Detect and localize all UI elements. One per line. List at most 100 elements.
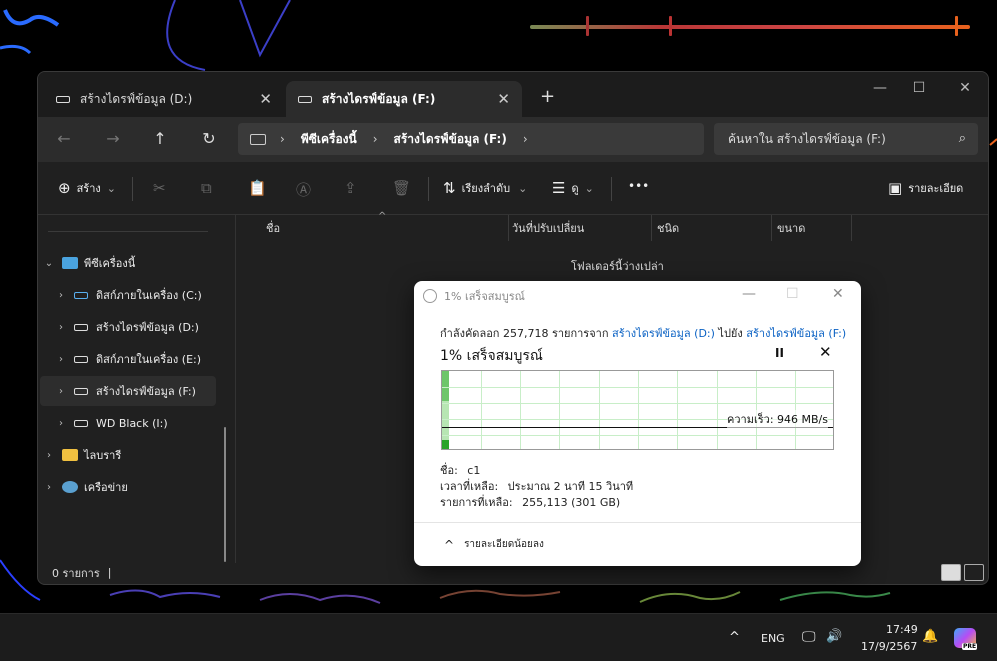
search-input[interactable]: ค้นหาใน สร้างไดรฟ์ข้อมูล (F:) ⌕ bbox=[714, 123, 978, 155]
paste-button[interactable]: 📋 bbox=[248, 179, 273, 197]
taskbar: ^ ENG 🖵 🔊 17:49 17/9/2567 🔔 PRE bbox=[0, 613, 997, 661]
notification-bell-icon[interactable]: 🔔 bbox=[922, 629, 938, 644]
rename-button[interactable]: Ⓐ bbox=[296, 179, 317, 200]
drive-icon bbox=[74, 419, 88, 427]
sidebar-item-drive-c[interactable]: › ดิสก์ภายในเครื่อง (C:) bbox=[40, 280, 216, 310]
sidebar-item-drive-e[interactable]: › ดิสก์ภายในเครื่อง (E:) bbox=[40, 344, 216, 374]
sidebar-item-label: ดิสก์ภายในเครื่อง (C:) bbox=[96, 289, 202, 302]
share-icon: ⇪ bbox=[344, 179, 357, 197]
sidebar-item-network[interactable]: › เครือข่าย bbox=[40, 472, 216, 502]
system-drive-icon bbox=[74, 291, 88, 299]
delete-button[interactable]: 🗑 bbox=[392, 179, 417, 197]
info-value: ประมาณ 2 นาที 15 วินาที bbox=[507, 480, 634, 493]
fewer-details-button[interactable]: ^ รายละเอียดน้อยลง bbox=[414, 522, 861, 566]
breadcrumb-drive-f[interactable]: สร้างไดรฟ์ข้อมูล (F:) bbox=[394, 130, 507, 149]
view-button[interactable]: ☰ ดู ⌄ bbox=[552, 179, 594, 197]
pause-button[interactable]: II bbox=[775, 346, 784, 360]
grid-line bbox=[638, 371, 639, 449]
breadcrumb-separator[interactable]: › bbox=[523, 132, 528, 146]
sidebar-item-drive-i[interactable]: › WD Black (I:) bbox=[40, 408, 216, 438]
column-header-type[interactable]: ชนิด bbox=[651, 215, 771, 241]
column-header-size[interactable]: ขนาด bbox=[771, 215, 851, 241]
speed-label: ความเร็ว: 946 MB/s bbox=[727, 410, 828, 428]
grid-line bbox=[599, 371, 600, 449]
dialog-close-button[interactable]: ✕ bbox=[832, 286, 844, 302]
grid-line bbox=[442, 387, 833, 388]
show-hidden-icons-button[interactable]: ^ bbox=[729, 630, 740, 645]
address-bar[interactable]: › พีซีเครื่องนี้ › สร้างไดรฟ์ข้อมูล (F:)… bbox=[238, 123, 704, 155]
drive-icon bbox=[56, 95, 70, 103]
empty-folder-message: โฟลเดอร์นี้ว่างเปล่า bbox=[571, 260, 664, 273]
sidebar-item-drive-d[interactable]: › สร้างไดรฟ์ข้อมูล (D:) bbox=[40, 312, 216, 342]
dialog-title: 1% เสร็จสมบูรณ์ bbox=[444, 290, 525, 303]
wallpaper-tick bbox=[955, 16, 958, 36]
chevron-right-icon[interactable]: › bbox=[52, 290, 70, 301]
refresh-button[interactable]: ↻ bbox=[195, 129, 223, 148]
language-indicator[interactable]: ENG bbox=[761, 632, 785, 645]
cut-button[interactable]: ✂ bbox=[153, 179, 172, 197]
chevron-down-icon[interactable]: ⌄ bbox=[40, 258, 58, 269]
clock-icon bbox=[423, 289, 437, 303]
column-separator[interactable] bbox=[851, 215, 852, 241]
navigation-pane: ⌄ พีซีเครื่องนี้ › ดิสก์ภายในเครื่อง (C:… bbox=[38, 215, 234, 563]
volume-icon[interactable]: 🔊 bbox=[826, 629, 842, 644]
new-tab-button[interactable]: + bbox=[540, 86, 555, 107]
forward-button[interactable]: → bbox=[99, 129, 127, 148]
tiles-view-button[interactable] bbox=[964, 564, 984, 581]
tab-bar: สร้างไดรฟ์ข้อมูล (D:) ✕ สร้างไดรฟ์ข้อมูล… bbox=[38, 72, 988, 117]
sidebar-item-this-pc[interactable]: ⌄ พีซีเครื่องนี้ bbox=[40, 248, 216, 278]
source-link[interactable]: สร้างไดรฟ์ข้อมูล (D:) bbox=[612, 327, 715, 340]
destination-link[interactable]: สร้างไดรฟ์ข้อมูล (F:) bbox=[746, 327, 846, 340]
breadcrumb-this-pc[interactable]: พีซีเครื่องนี้ bbox=[301, 130, 357, 149]
close-tab-icon[interactable]: ✕ bbox=[259, 90, 272, 108]
chevron-right-icon[interactable]: › bbox=[40, 450, 58, 461]
copy-button[interactable]: ⧉ bbox=[201, 179, 218, 197]
breadcrumb-separator[interactable]: › bbox=[373, 132, 378, 146]
chevron-right-icon[interactable]: › bbox=[52, 322, 70, 333]
status-cursor: | bbox=[107, 566, 112, 579]
dialog-minimize-button[interactable]: — bbox=[742, 286, 756, 302]
close-tab-icon[interactable]: ✕ bbox=[497, 90, 510, 108]
column-header-name[interactable]: ชื่อ bbox=[236, 215, 508, 241]
maximize-button[interactable]: ☐ bbox=[896, 80, 942, 96]
details-pane-button[interactable]: ▣ รายละเอียด bbox=[888, 179, 963, 197]
to-text: ไปยัง bbox=[718, 327, 743, 340]
chevron-right-icon[interactable]: › bbox=[40, 482, 58, 493]
tab-drive-d[interactable]: สร้างไดรฟ์ข้อมูล (D:) ✕ bbox=[44, 81, 284, 117]
chevron-right-icon[interactable]: › bbox=[52, 418, 70, 429]
sidebar-item-libraries[interactable]: › ไลบรารี bbox=[40, 440, 216, 470]
chevron-right-icon[interactable]: › bbox=[52, 354, 70, 365]
close-window-button[interactable]: ✕ bbox=[942, 80, 988, 96]
speed-bar bbox=[442, 371, 449, 401]
chevron-up-icon: ^ bbox=[444, 537, 455, 552]
details-view-button[interactable] bbox=[941, 564, 961, 581]
cancel-button[interactable]: ✕ bbox=[819, 343, 832, 361]
sidebar-item-label: ไลบรารี bbox=[84, 449, 122, 462]
back-button[interactable]: ← bbox=[50, 129, 78, 148]
chevron-down-icon: ⌄ bbox=[518, 181, 528, 195]
new-button[interactable]: ⊕ สร้าง ⌄ bbox=[58, 179, 116, 197]
chevron-right-icon[interactable]: › bbox=[52, 386, 70, 397]
clock-date[interactable]: 17/9/2567 bbox=[861, 640, 917, 653]
column-header-modified[interactable]: วันที่ปรับเปลี่ยน bbox=[508, 215, 651, 241]
dialog-maximize-button[interactable]: ☐ bbox=[786, 286, 799, 302]
divider bbox=[428, 177, 429, 201]
sidebar-scrollbar[interactable] bbox=[224, 427, 226, 562]
view-label: ดู bbox=[571, 182, 579, 195]
share-button[interactable]: ⇪ bbox=[344, 179, 363, 197]
sort-button[interactable]: ⇅ เรียงลำดับ ⌄ bbox=[443, 179, 527, 197]
search-icon: ⌕ bbox=[958, 131, 966, 146]
network-icon[interactable]: 🖵 bbox=[802, 629, 816, 645]
breadcrumb-separator[interactable]: › bbox=[280, 132, 285, 146]
column-label: ขนาด bbox=[777, 222, 806, 235]
sidebar-item-label: ดิสก์ภายในเครื่อง (E:) bbox=[96, 353, 202, 366]
more-options-button[interactable]: ••• bbox=[628, 179, 649, 193]
trash-icon: 🗑 bbox=[392, 179, 412, 197]
fewer-details-label: รายละเอียดน้อยลง bbox=[464, 539, 544, 550]
sort-icon: ⇅ bbox=[443, 179, 456, 197]
drive-icon bbox=[74, 323, 88, 331]
sidebar-item-drive-f[interactable]: › สร้างไดรฟ์ข้อมูล (F:) bbox=[40, 376, 216, 406]
tab-drive-f[interactable]: สร้างไดรฟ์ข้อมูล (F:) ✕ bbox=[286, 81, 522, 117]
up-button[interactable]: ↑ bbox=[146, 129, 174, 148]
clock-time[interactable]: 17:49 bbox=[886, 623, 918, 636]
